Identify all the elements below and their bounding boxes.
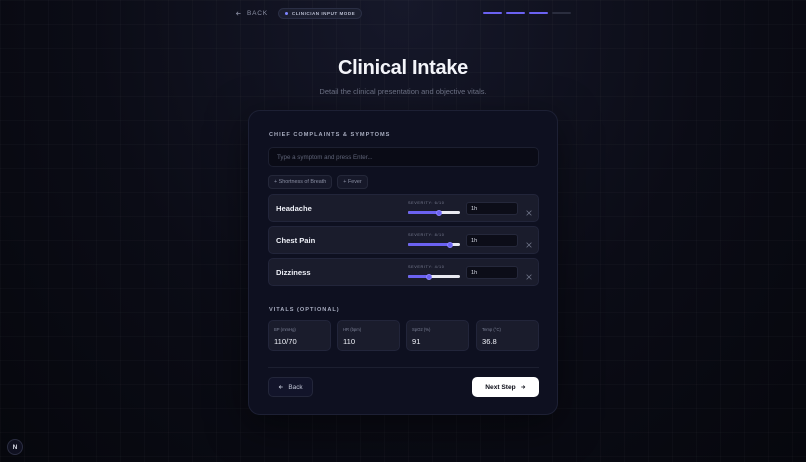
suggestion-chip[interactable]: + Fever	[337, 175, 368, 189]
severity-slider-fill	[408, 211, 440, 214]
page-subtitle: Detail the clinical presentation and obj…	[319, 87, 487, 96]
remove-symptom-button[interactable]	[525, 204, 533, 216]
vitals-section-label: VITALS (OPTIONAL)	[269, 307, 340, 313]
severity-slider[interactable]	[408, 241, 460, 248]
severity-slider-thumb[interactable]	[425, 273, 432, 280]
symptom-row: Headache SEVERITY: 6/10	[268, 194, 539, 222]
step-progress	[483, 12, 571, 14]
app-logo-letter: N	[12, 443, 18, 451]
symptom-row: Chest Pain SEVERITY: 8/10	[268, 226, 539, 254]
severity-slider[interactable]	[408, 273, 460, 280]
mode-dot-icon	[284, 11, 288, 15]
back-button[interactable]: Back	[268, 377, 313, 397]
progress-step	[529, 12, 548, 14]
close-icon	[526, 242, 532, 248]
remove-symptom-button[interactable]	[525, 268, 533, 280]
page-title: Clinical Intake	[338, 57, 468, 79]
symptom-name: Chest Pain	[276, 236, 316, 245]
close-icon	[526, 274, 532, 280]
duration-input[interactable]	[466, 202, 518, 215]
severity-slider-fill	[408, 243, 450, 246]
complaints-section-label: CHIEF COMPLAINTS & SYMPTOMS	[269, 132, 391, 138]
top-back-label: BACK	[247, 9, 268, 17]
symptom-suggestions: + Shortness of Breath + Fever	[268, 175, 368, 189]
progress-step	[483, 12, 502, 14]
symptom-row: Dizziness SEVERITY: 4/10	[268, 258, 539, 286]
back-button-label: Back	[288, 383, 303, 391]
mode-badge: CLINICIAN INPUT MODE	[277, 7, 363, 19]
intake-card: CHIEF COMPLAINTS & SYMPTOMS + Shortness …	[248, 110, 558, 415]
symptom-name: Headache	[276, 204, 312, 213]
top-back-link[interactable]: BACK	[235, 10, 268, 17]
next-step-button-label: Next Step	[485, 383, 516, 391]
vital-value[interactable]: 110/70	[274, 337, 297, 346]
top-bar: BACK CLINICIAN INPUT MODE	[235, 7, 571, 19]
vital-card-hr[interactable]: HR (bpm) 110	[337, 320, 400, 351]
vital-label: BP (mmHg)	[274, 327, 296, 332]
arrow-right-icon	[520, 385, 526, 389]
severity-label: SEVERITY: 6/10	[408, 201, 445, 205]
suggestion-chip[interactable]: + Shortness of Breath	[268, 175, 333, 189]
symptom-input[interactable]	[268, 147, 539, 167]
remove-symptom-button[interactable]	[525, 236, 533, 248]
vital-value[interactable]: 110	[343, 337, 355, 346]
progress-step	[552, 12, 571, 14]
severity-label: SEVERITY: 8/10	[408, 233, 445, 237]
vital-card-temp[interactable]: Temp (°C) 36.8	[476, 320, 539, 351]
vital-label: HR (bpm)	[343, 327, 362, 332]
actions-divider	[268, 367, 539, 368]
vital-label: SpO2 (%)	[412, 327, 431, 332]
vital-card-spo2[interactable]: SpO2 (%) 91	[406, 320, 469, 351]
duration-input[interactable]	[466, 234, 518, 247]
vital-value[interactable]: 91	[412, 337, 420, 346]
next-step-button[interactable]: Next Step	[472, 377, 539, 397]
mode-badge-label: CLINICIAN INPUT MODE	[291, 10, 356, 16]
severity-slider-thumb[interactable]	[446, 241, 453, 248]
vital-label: Temp (°C)	[482, 327, 501, 332]
vital-value[interactable]: 36.8	[482, 337, 497, 346]
severity-slider[interactable]	[408, 209, 460, 216]
arrow-left-icon	[235, 11, 241, 15]
app-logo[interactable]: N	[7, 439, 23, 455]
symptom-name: Dizziness	[276, 268, 311, 277]
arrow-left-icon	[279, 385, 284, 389]
duration-input[interactable]	[466, 266, 518, 279]
progress-step	[506, 12, 525, 14]
close-icon	[526, 210, 532, 216]
vital-card-bp[interactable]: BP (mmHg) 110/70	[268, 320, 331, 351]
severity-label: SEVERITY: 4/10	[408, 265, 445, 269]
severity-slider-thumb[interactable]	[436, 209, 443, 216]
